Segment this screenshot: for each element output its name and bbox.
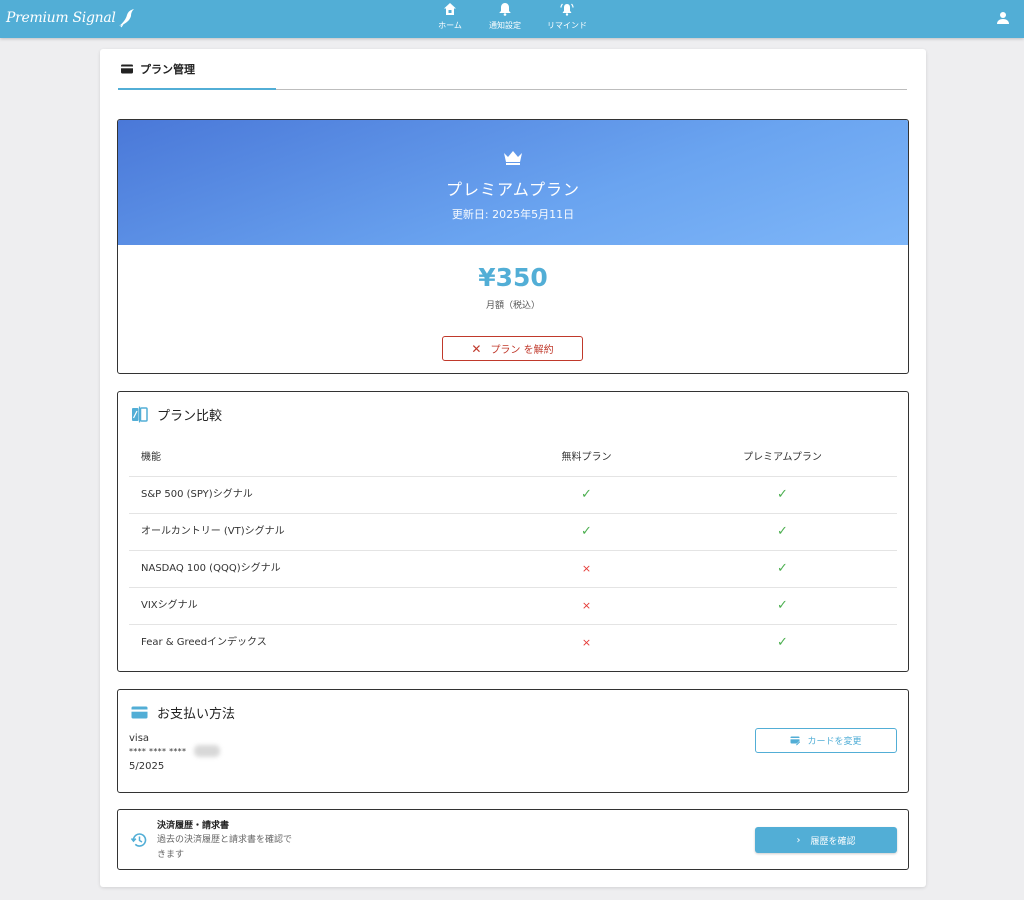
feature-name: NASDAQ 100 (QQQ)シグナル bbox=[141, 563, 281, 574]
home-icon bbox=[444, 3, 456, 15]
history-title: 決済履歴・請求書 bbox=[157, 821, 230, 831]
cancel-plan-button[interactable]: ✕ プラン を解約 bbox=[442, 336, 583, 361]
credit-card-icon bbox=[131, 706, 148, 719]
cross-icon: × bbox=[581, 562, 592, 575]
view-history-button[interactable]: › 履歴を確認 bbox=[755, 827, 897, 853]
table-row: Fear & Greedインデックス × ✓ bbox=[129, 625, 897, 662]
nav-notification-label: 通知設定 bbox=[489, 21, 521, 30]
card-expiry: 5/2025 bbox=[129, 761, 165, 772]
user-account-icon[interactable] bbox=[996, 11, 1010, 25]
card-number: **** **** **** bbox=[129, 745, 221, 757]
column-header-feature: 機能 bbox=[141, 452, 161, 463]
card-number-masked: **** **** **** bbox=[129, 746, 187, 756]
column-header-free: 無料プラン bbox=[561, 452, 612, 463]
plan-updated-date: 更新日: 2025年5月11日 bbox=[451, 208, 575, 221]
cross-icon: × bbox=[581, 599, 592, 612]
comparison-header: プラン比較 bbox=[131, 405, 222, 424]
feature-name: オールカントリー (VT)シグナル bbox=[141, 526, 285, 537]
tab-plan-management[interactable]: プラン管理 bbox=[118, 49, 276, 90]
bell-ring-icon bbox=[560, 3, 574, 16]
current-plan-card: プレミアムプラン 更新日: 2025年5月11日 ¥350 月額（税込） ✕ プ… bbox=[117, 119, 909, 374]
feature-name: S&P 500 (SPY)シグナル bbox=[141, 489, 253, 500]
cross-icon: × bbox=[581, 636, 592, 649]
main-nav: ホーム 通知設定 リマインド bbox=[0, 0, 1024, 38]
nav-home-label: ホーム bbox=[438, 21, 462, 30]
comparison-title: プラン比較 bbox=[157, 409, 223, 424]
crown-icon bbox=[504, 151, 522, 165]
close-icon: ✕ bbox=[471, 341, 482, 356]
card-last-digits-redacted bbox=[194, 745, 221, 757]
nav-remind-label: リマインド bbox=[547, 21, 587, 30]
nav-remind[interactable]: リマインド bbox=[537, 2, 597, 31]
compare-icon bbox=[132, 406, 148, 423]
plan-name: プレミアムプラン bbox=[446, 180, 580, 199]
change-card-label: カードを変更 bbox=[807, 737, 862, 747]
bell-icon bbox=[499, 3, 511, 16]
feature-name: VIXシグナル bbox=[141, 600, 198, 611]
check-icon: ✓ bbox=[581, 487, 592, 502]
check-icon: ✓ bbox=[777, 635, 788, 650]
top-bar: Premium Signal ホーム 通知設定 リマインド bbox=[0, 0, 1024, 38]
comparison-table: 機能 無料プラン プレミアムプラン S&P 500 (SPY)シグナル ✓ ✓ … bbox=[129, 440, 897, 662]
nav-notification-settings[interactable]: 通知設定 bbox=[475, 2, 535, 31]
cancel-plan-label: プラン を解約 bbox=[490, 345, 554, 356]
payment-title: お支払い方法 bbox=[157, 707, 236, 722]
table-row: オールカントリー (VT)シグナル ✓ ✓ bbox=[129, 514, 897, 551]
payment-method-card: お支払い方法 visa **** **** **** 5/2025 カードを変更 bbox=[117, 689, 909, 793]
history-description: 過去の決済履歴と請求書を確認できます bbox=[157, 835, 293, 860]
main-card: プラン管理 プレミアムプラン 更新日: 2025年5月11日 ¥350 月額（税… bbox=[100, 49, 926, 887]
card-brand: visa bbox=[129, 733, 150, 744]
card-icon bbox=[121, 64, 133, 73]
plan-banner: プレミアムプラン 更新日: 2025年5月11日 bbox=[118, 120, 908, 245]
payment-header: お支払い方法 bbox=[131, 703, 235, 722]
check-icon: ✓ bbox=[777, 524, 788, 539]
feature-name: Fear & Greedインデックス bbox=[141, 637, 267, 648]
check-icon: ✓ bbox=[581, 524, 592, 539]
check-icon: ✓ bbox=[777, 487, 788, 502]
price-note: 月額（税込） bbox=[485, 301, 540, 311]
table-header-row: 機能 無料プラン プレミアムプラン bbox=[129, 440, 897, 477]
history-icon bbox=[130, 833, 147, 847]
plan-price: ¥350 bbox=[478, 263, 548, 292]
view-history-label: 履歴を確認 bbox=[810, 836, 856, 847]
chevron-right-icon: › bbox=[796, 834, 801, 846]
table-row: NASDAQ 100 (QQQ)シグナル × ✓ bbox=[129, 551, 897, 588]
check-icon: ✓ bbox=[777, 561, 788, 576]
column-header-premium: プレミアムプラン bbox=[743, 452, 822, 463]
plan-comparison-card: プラン比較 機能 無料プラン プレミアムプラン S&P 500 (SPY)シグナ… bbox=[117, 391, 909, 672]
table-row: VIXシグナル × ✓ bbox=[129, 588, 897, 625]
nav-home[interactable]: ホーム bbox=[420, 2, 480, 31]
tab-bar: プラン管理 bbox=[118, 49, 907, 90]
payment-history-card: 決済履歴・請求書 過去の決済履歴と請求書を確認できます › 履歴を確認 bbox=[117, 809, 909, 870]
table-row: S&P 500 (SPY)シグナル ✓ ✓ bbox=[129, 477, 897, 514]
tab-plan-management-label: プラン管理 bbox=[140, 62, 195, 76]
change-card-button[interactable]: カードを変更 bbox=[755, 728, 897, 753]
check-icon: ✓ bbox=[777, 598, 788, 613]
edit-card-icon bbox=[790, 736, 802, 746]
